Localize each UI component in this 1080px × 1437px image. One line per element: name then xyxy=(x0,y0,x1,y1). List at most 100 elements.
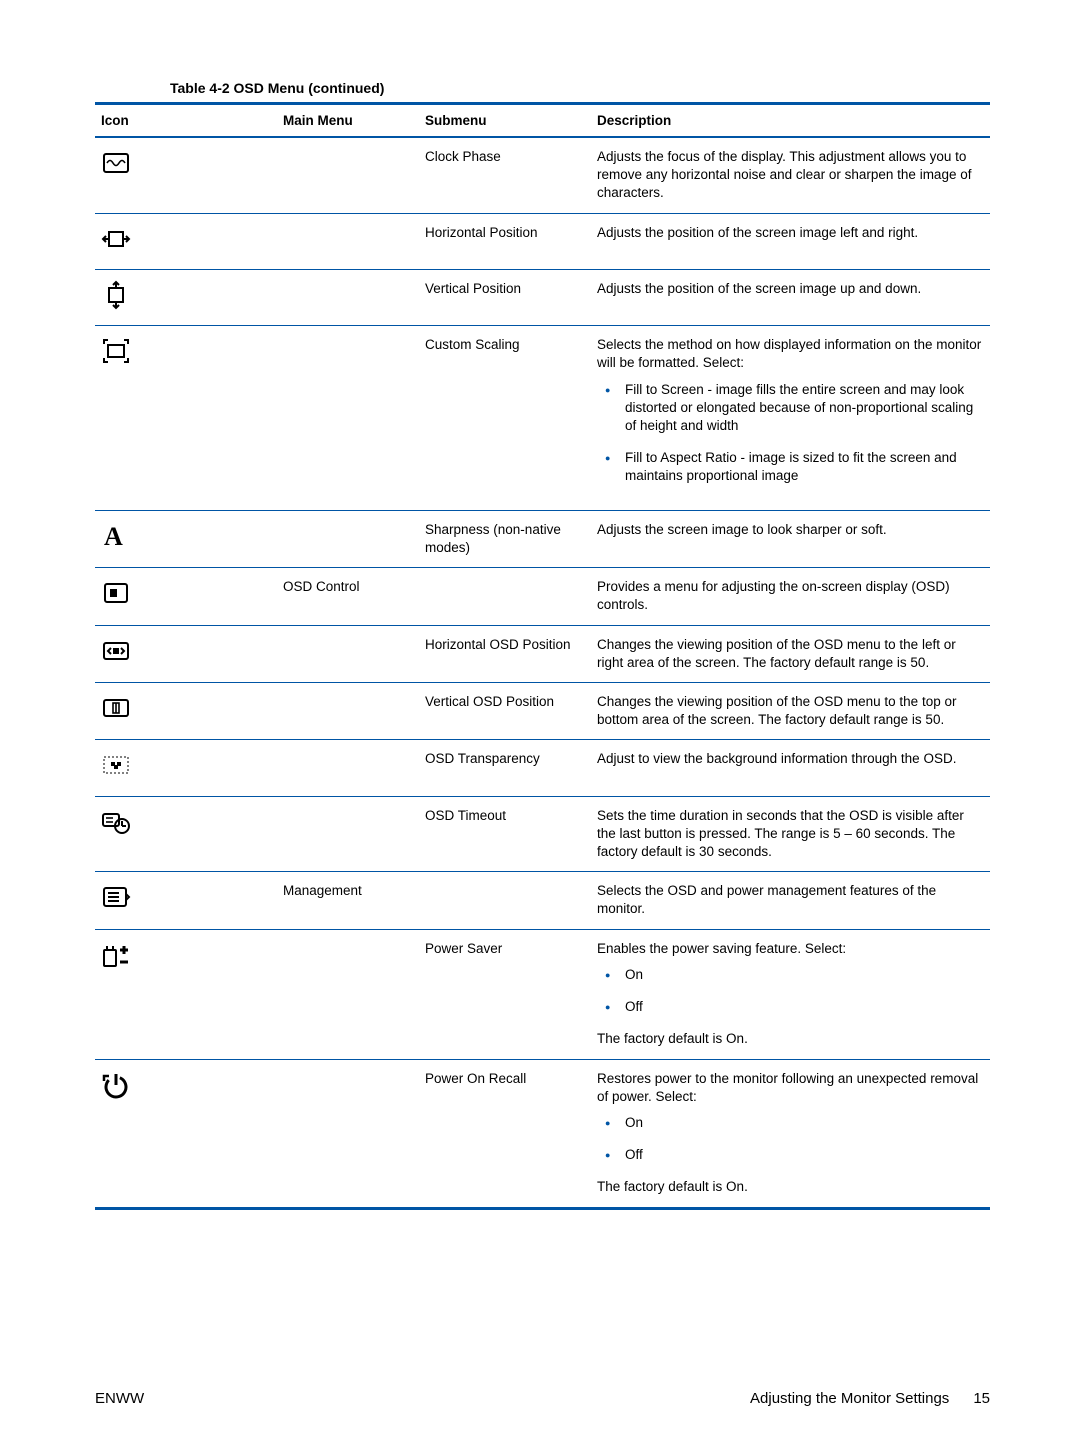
description-cell: Adjusts the screen image to look sharper… xyxy=(591,510,990,567)
osd-menu-table: Icon Main Menu Submenu Description Clock… xyxy=(95,102,990,1210)
icon-cell xyxy=(95,326,277,511)
submenu-cell: Clock Phase xyxy=(419,137,591,213)
main-menu-cell xyxy=(277,510,419,567)
horizontal-position-icon xyxy=(101,224,131,254)
description-bullet-list: Fill to Screen - image fills the entire … xyxy=(597,381,984,486)
vertical-osd-position-icon xyxy=(101,693,131,723)
icon-cell xyxy=(95,740,277,796)
submenu-cell: Power Saver xyxy=(419,929,591,1059)
table-row: Horizontal OSD PositionChanges the viewi… xyxy=(95,625,990,682)
submenu-cell: Horizontal Position xyxy=(419,213,591,269)
bullet-item: On xyxy=(597,966,984,984)
main-menu-cell xyxy=(277,625,419,682)
description-cell: Adjusts the position of the screen image… xyxy=(591,213,990,269)
description-text: Provides a menu for adjusting the on-scr… xyxy=(597,578,984,614)
description-text: Sets the time duration in seconds that t… xyxy=(597,807,984,862)
bullet-item: Fill to Aspect Ratio - image is sized to… xyxy=(597,449,984,485)
description-text: Adjust to view the background informatio… xyxy=(597,750,984,768)
main-menu-cell xyxy=(277,740,419,796)
clock-phase-icon xyxy=(101,148,131,178)
default-note: The factory default is On. xyxy=(597,1030,984,1048)
default-note: The factory default is On. xyxy=(597,1178,984,1196)
description-cell: Provides a menu for adjusting the on-scr… xyxy=(591,568,990,625)
description-text: Changes the viewing position of the OSD … xyxy=(597,636,984,672)
vertical-position-icon xyxy=(101,280,131,310)
submenu-cell xyxy=(419,872,591,929)
table-row: Vertical OSD PositionChanges the viewing… xyxy=(95,682,990,739)
submenu-cell: Power On Recall xyxy=(419,1059,591,1208)
description-bullet-list: On Off xyxy=(597,966,984,1016)
bullet-item: Off xyxy=(597,998,984,1016)
icon-cell xyxy=(95,510,277,567)
sharpness-icon xyxy=(101,521,131,551)
submenu-cell: Horizontal OSD Position xyxy=(419,625,591,682)
icon-cell xyxy=(95,137,277,213)
description-cell: Sets the time duration in seconds that t… xyxy=(591,796,990,872)
bullet-item: Fill to Screen - image fills the entire … xyxy=(597,381,984,436)
description-cell: Changes the viewing position of the OSD … xyxy=(591,625,990,682)
description-text: Selects the method on how displayed info… xyxy=(597,336,984,372)
osd-control-icon xyxy=(101,578,131,608)
page-footer: ENWW Adjusting the Monitor Settings 15 xyxy=(95,1390,990,1407)
description-cell: Adjust to view the background informatio… xyxy=(591,740,990,796)
icon-cell xyxy=(95,929,277,1059)
main-menu-cell xyxy=(277,137,419,213)
description-cell: Restores power to the monitor following … xyxy=(591,1059,990,1208)
description-cell: Adjusts the position of the screen image… xyxy=(591,269,990,325)
main-menu-cell xyxy=(277,682,419,739)
table-row: Power On RecallRestores power to the mon… xyxy=(95,1059,990,1208)
main-menu-cell xyxy=(277,326,419,511)
main-menu-cell xyxy=(277,1059,419,1208)
icon-cell xyxy=(95,872,277,929)
submenu-cell: OSD Transparency xyxy=(419,740,591,796)
icon-cell xyxy=(95,1059,277,1208)
header-submenu: Submenu xyxy=(419,104,591,138)
table-row: OSD TimeoutSets the time duration in sec… xyxy=(95,796,990,872)
description-cell: Adjusts the focus of the display. This a… xyxy=(591,137,990,213)
description-text: Adjusts the focus of the display. This a… xyxy=(597,148,984,203)
description-bullet-list: OnOff xyxy=(597,1114,984,1164)
submenu-cell: Custom Scaling xyxy=(419,326,591,511)
osd-timeout-icon xyxy=(101,807,131,837)
main-menu-cell: Management xyxy=(277,872,419,929)
submenu-cell: Sharpness (non-native modes) xyxy=(419,510,591,567)
icon-cell xyxy=(95,568,277,625)
description-cell: Changes the viewing position of the OSD … xyxy=(591,682,990,739)
table-row: Power Saver Enables the power saving feat… xyxy=(95,929,990,1059)
main-menu-cell xyxy=(277,796,419,872)
footer-section-title: Adjusting the Monitor Settings xyxy=(750,1390,949,1407)
table-row: Clock PhaseAdjusts the focus of the disp… xyxy=(95,137,990,213)
icon-cell xyxy=(95,213,277,269)
description-text: Changes the viewing position of the OSD … xyxy=(597,693,984,729)
table-row: Vertical Position Adjusts the position of… xyxy=(95,269,990,325)
description-cell: Enables the power saving feature. Select… xyxy=(591,929,990,1059)
management-icon xyxy=(101,882,131,912)
table-title: Table 4-2 OSD Menu (continued) xyxy=(95,80,990,96)
custom-scaling-icon xyxy=(101,336,131,366)
icon-cell xyxy=(95,682,277,739)
header-description: Description xyxy=(591,104,990,138)
description-cell: Selects the OSD and power management fea… xyxy=(591,872,990,929)
table-row: Horizontal Position Adjusts the position … xyxy=(95,213,990,269)
submenu-cell: Vertical Position xyxy=(419,269,591,325)
submenu-cell: Vertical OSD Position xyxy=(419,682,591,739)
description-text: Adjusts the screen image to look sharper… xyxy=(597,521,984,539)
horizontal-osd-position-icon xyxy=(101,636,131,666)
bullet-item: Off xyxy=(597,1146,984,1164)
main-menu-cell xyxy=(277,213,419,269)
description-cell: Selects the method on how displayed info… xyxy=(591,326,990,511)
header-main-menu: Main Menu xyxy=(277,104,419,138)
description-text: Adjusts the position of the screen image… xyxy=(597,280,984,298)
header-icon: Icon xyxy=(95,104,277,138)
description-text: Enables the power saving feature. Select… xyxy=(597,940,984,958)
description-text: Adjusts the position of the screen image… xyxy=(597,224,984,242)
osd-transparency-icon xyxy=(101,750,131,780)
table-row: OSD Control Provides a menu for adjusting… xyxy=(95,568,990,625)
footer-left: ENWW xyxy=(95,1390,144,1407)
footer-page-number: 15 xyxy=(973,1390,990,1407)
main-menu-cell xyxy=(277,269,419,325)
icon-cell xyxy=(95,796,277,872)
power-on-recall-icon xyxy=(101,1070,131,1100)
main-menu-cell: OSD Control xyxy=(277,568,419,625)
table-row: Custom ScalingSelects the method on how … xyxy=(95,326,990,511)
